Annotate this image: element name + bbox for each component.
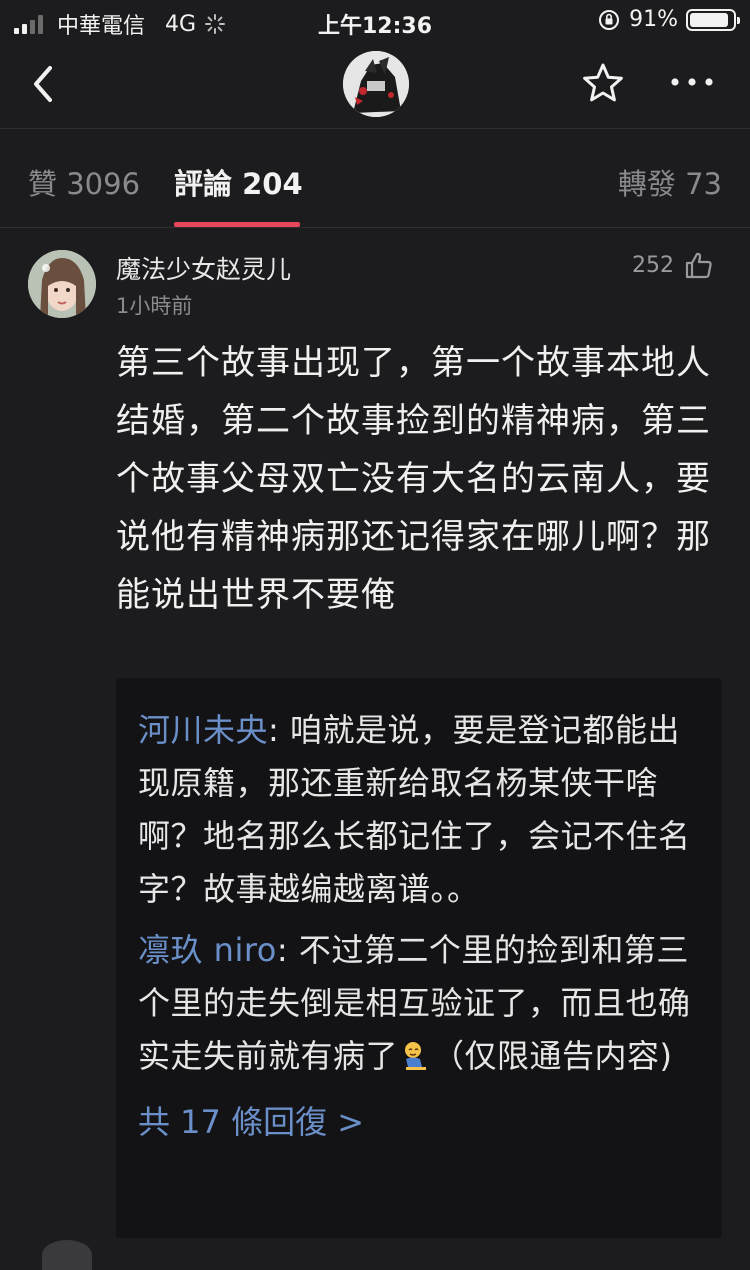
author-avatar-image (343, 51, 409, 117)
commenter-avatar-image (28, 250, 96, 318)
battery-icon (686, 8, 740, 31)
reply-item: 河川未央: 咱就是说，要是登记都能出现原籍，那还重新给取名杨某侠干啥啊？地名那么… (138, 704, 702, 916)
comment-username[interactable]: 魔法少女赵灵儿 (116, 250, 291, 286)
like-count: 252 (632, 252, 674, 278)
reply-item: 凛玖 niro: 不过第二个里的捡到和第三个里的走失倒是相互验证了，而且也确实走… (138, 924, 702, 1083)
kneeling-person-emoji-icon (405, 1042, 427, 1070)
avatar[interactable] (28, 250, 96, 318)
thumbs-up-icon (685, 252, 712, 279)
nav-bar (0, 40, 750, 129)
star-outline-icon[interactable] (580, 60, 626, 106)
status-right: 91% (597, 7, 740, 32)
more-dots-icon[interactable] (668, 68, 716, 96)
reply-preview-box[interactable]: 河川未央: 咱就是说，要是登记都能出现原籍，那还重新给取名杨某侠干啥啊？地名那么… (116, 678, 722, 1238)
comment-timestamp: 1小時前 (116, 294, 193, 318)
tab-likes[interactable]: 贊 3096 (28, 161, 140, 203)
reply-separator: : (276, 931, 299, 969)
reply-text-continued: （仅限通告内容) (432, 1037, 673, 1075)
tab-bar: 贊 3096 評論 204 轉發 73 (0, 129, 750, 228)
comment-item: 魔法少女赵灵儿 1小時前 252 第三个故事出现了，第一个故事本地人结婚，第二个… (0, 228, 750, 1254)
tab-reposts[interactable]: 轉發 73 (618, 161, 722, 203)
next-comment-avatar (42, 1240, 92, 1270)
reply-author[interactable]: 河川未央 (138, 711, 268, 749)
battery-percent: 91% (629, 7, 678, 32)
reply-author[interactable]: 凛玖 niro (138, 931, 277, 969)
reply-separator: : (268, 711, 290, 749)
author-avatar[interactable] (343, 51, 409, 117)
status-bar: 中華電信 4G 上午12:36 91% (0, 0, 750, 40)
tab-comments[interactable]: 評論 204 (174, 161, 303, 203)
active-tab-indicator (174, 222, 300, 227)
back-chevron-icon[interactable] (26, 62, 66, 106)
orientation-lock-icon (599, 9, 620, 30)
view-all-replies-link[interactable]: 共 17 條回復 > (138, 1097, 702, 1143)
like-button[interactable]: 252 (632, 250, 714, 280)
comment-body: 第三个故事出现了，第一个故事本地人结婚，第二个故事捡到的精神病，第三个故事父母双… (116, 343, 711, 615)
